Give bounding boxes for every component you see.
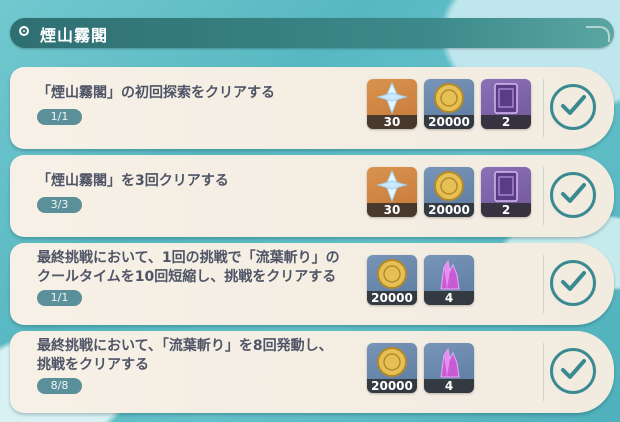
completed-checkmark-icon: [550, 172, 596, 218]
reward-count: 2: [481, 203, 531, 217]
reward-count: 30: [367, 115, 417, 129]
reward-slot[interactable]: 20000: [424, 79, 474, 129]
mission-title: 最終挑戦において、1回の挑戦で「流葉斬り」の クールタイムを10回短縮し、挑戦を…: [37, 249, 340, 287]
mora-icon: [434, 83, 464, 113]
progress-badge: 1/1: [37, 109, 82, 125]
reward-slot[interactable]: 4: [424, 255, 474, 305]
mission-title-line: 最終挑戦において、「流葉斬り」を8回発動し、: [37, 338, 333, 354]
reward-count: 2: [481, 115, 531, 129]
reward-slot[interactable]: 20000: [367, 255, 417, 305]
reward-count: 4: [424, 379, 474, 393]
mission-card: 「煙山霧閣」を3回クリアする 3/3 30 20000 2: [10, 155, 614, 237]
reward-slot[interactable]: 4: [424, 343, 474, 393]
primogem-icon: [376, 169, 408, 203]
progress-badge: 3/3: [37, 197, 82, 213]
reward-slot[interactable]: 20000: [367, 343, 417, 393]
reward-count: 4: [424, 291, 474, 305]
reward-count: 20000: [367, 291, 417, 305]
swirl-ornament-icon: [586, 26, 610, 42]
divider: [543, 167, 544, 225]
completed-checkmark-icon: [550, 260, 596, 306]
primogem-icon: [376, 81, 408, 115]
progress-badge: 8/8: [37, 378, 82, 394]
divider: [543, 79, 544, 137]
completed-checkmark-icon: [550, 84, 596, 130]
mission-title: 最終挑戦において、「流葉斬り」を8回発動し、 挑戦をクリアする: [37, 337, 333, 375]
mora-icon: [377, 259, 407, 289]
section-header: 煙山霧閣: [10, 18, 614, 48]
reward-slot[interactable]: 30: [367, 79, 417, 129]
reward-count: 20000: [424, 203, 474, 217]
divider: [543, 343, 544, 401]
reward-slot[interactable]: 2: [481, 167, 531, 217]
divider: [543, 255, 544, 313]
section-title: 煙山霧閣: [40, 26, 109, 45]
mission-title-line: 挑戦をクリアする: [37, 357, 149, 373]
mission-title-line: クールタイムを10回短縮し、挑戦をクリアする: [37, 269, 337, 285]
reward-count: 20000: [424, 115, 474, 129]
completed-checkmark-icon: [550, 348, 596, 394]
crystal-icon: [440, 259, 460, 290]
reward-slot[interactable]: 2: [481, 79, 531, 129]
mission-card: 最終挑戦において、「流葉斬り」を8回発動し、 挑戦をクリアする 8/8 2000…: [10, 331, 614, 413]
reward-slot[interactable]: 30: [367, 167, 417, 217]
reward-count: 30: [367, 203, 417, 217]
book-icon: [494, 171, 518, 202]
reward-slot[interactable]: 20000: [424, 167, 474, 217]
book-icon: [494, 83, 518, 114]
reward-count: 20000: [367, 379, 417, 393]
mora-icon: [434, 171, 464, 201]
crystal-icon: [440, 347, 460, 378]
mission-card: 「煙山霧閣」の初回探索をクリアする 1/1 30 20000 2: [10, 67, 614, 149]
mission-title: 「煙山霧閣」の初回探索をクリアする: [37, 85, 275, 101]
target-icon: [19, 26, 29, 36]
progress-badge: 1/1: [37, 290, 82, 306]
mission-title-line: 最終挑戦において、1回の挑戦で「流葉斬り」の: [37, 250, 340, 266]
mora-icon: [377, 347, 407, 377]
mission-title: 「煙山霧閣」を3回クリアする: [37, 173, 229, 189]
mission-card: 最終挑戦において、1回の挑戦で「流葉斬り」の クールタイムを10回短縮し、挑戦を…: [10, 243, 614, 325]
